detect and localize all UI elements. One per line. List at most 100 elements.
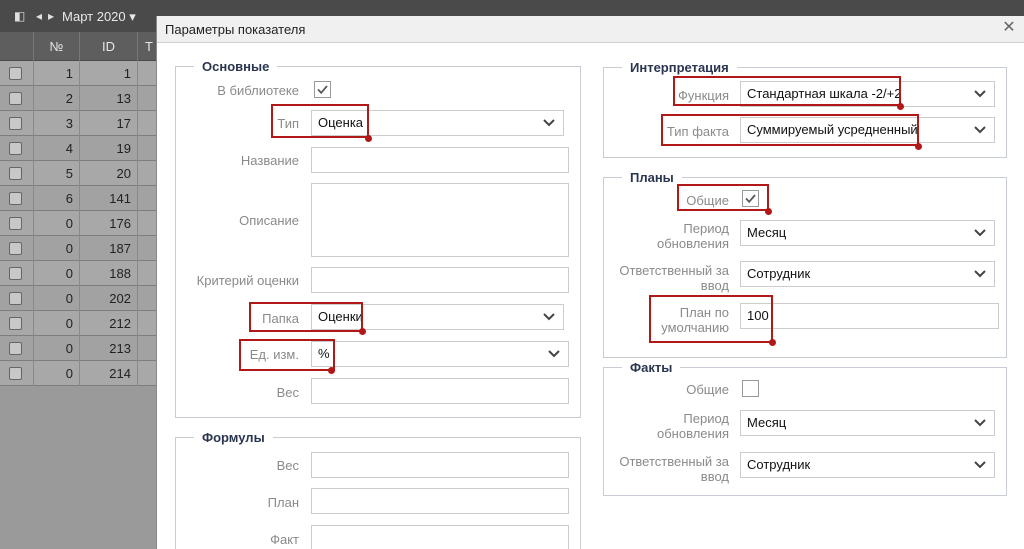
row-number-cell: 3 [34,111,80,136]
folder-select[interactable]: Оценки [311,304,564,330]
group-facts-legend: Факты [630,360,673,375]
next-month-icon[interactable]: ▸ [48,9,54,23]
row-checkbox[interactable] [9,167,22,180]
row-select-cell[interactable] [0,286,34,311]
chevron-down-icon [974,270,986,278]
table-row[interactable]: 0 176 [0,211,160,236]
row-id-cell: 13 [80,86,138,111]
number-col-header[interactable]: № [34,32,80,61]
plans-period-select[interactable]: Месяц [740,220,995,246]
id-col-header[interactable]: ID [80,32,138,61]
group-interpretation: Интерпретация [603,60,1007,158]
type-select[interactable]: Оценка [311,110,564,136]
row-checkbox[interactable] [9,292,22,305]
row-checkbox[interactable] [9,242,22,255]
row-checkbox[interactable] [9,367,22,380]
table-row[interactable]: 4 19 [0,136,160,161]
weight-input[interactable] [311,378,569,404]
row-select-cell[interactable] [0,261,34,286]
row-select-cell[interactable] [0,86,34,111]
table-row[interactable]: 2 13 [0,86,160,111]
formula-weight-input[interactable] [311,452,569,478]
prev-month-icon[interactable]: ◂ [36,9,42,23]
name-input[interactable] [311,147,569,173]
highlight-marker [897,103,904,110]
row-checkbox[interactable] [9,342,22,355]
plans-default-input[interactable]: 100 [740,303,999,329]
facts-responsible-select[interactable]: Сотрудник [740,452,995,478]
fact-type-select[interactable]: Суммируемый усредненный [740,117,995,143]
row-checkbox[interactable] [9,67,22,80]
plans-common-checkbox[interactable] [742,190,759,207]
table-row[interactable]: 0 202 [0,286,160,311]
facts-responsible-select-value: Сотрудник [747,457,811,472]
row-checkbox[interactable] [9,217,22,230]
table-row[interactable]: 5 20 [0,161,160,186]
table-row[interactable]: 0 213 [0,336,160,361]
row-number-cell: 5 [34,161,80,186]
close-icon[interactable]: ✕ [1001,20,1017,36]
unit-select-value: % [318,346,330,361]
chevron-down-icon [543,313,555,321]
row-number-cell: 0 [34,261,80,286]
row-select-cell[interactable] [0,186,34,211]
library-checkbox[interactable] [314,81,331,98]
formula-weight-label: Вес [276,458,299,473]
row-checkbox[interactable] [9,92,22,105]
facts-period-select[interactable]: Месяц [740,410,995,436]
formula-plan-input[interactable] [311,488,569,514]
row-id-cell: 1 [80,61,138,86]
facts-common-label: Общие [686,382,729,397]
row-checkbox[interactable] [9,117,22,130]
criterion-input[interactable] [311,267,569,293]
table-row[interactable]: 6 141 [0,186,160,211]
function-label: Функция [678,88,729,103]
row-id-cell: 213 [80,336,138,361]
row-checkbox[interactable] [9,267,22,280]
row-select-cell[interactable] [0,236,34,261]
fact-type-select-value: Суммируемый усредненный [747,122,918,137]
checkmark-icon [745,194,756,204]
table-row[interactable]: 0 188 [0,261,160,286]
grid-body: 1 1 2 13 3 17 4 19 5 20 6 141 0 176 0 187 0 188 0 202 0 212 0 2… [0,61,160,386]
row-checkbox[interactable] [9,142,22,155]
group-formulas-legend: Формулы [202,430,265,445]
row-id-cell: 20 [80,161,138,186]
highlight-marker [359,328,366,335]
row-select-cell[interactable] [0,336,34,361]
plans-default-label: План по умолчанию [661,305,729,335]
row-select-cell[interactable] [0,161,34,186]
highlight-marker [365,135,372,142]
table-row[interactable]: 0 187 [0,236,160,261]
grid-header: № ID Т [0,32,160,61]
row-checkbox[interactable] [9,192,22,205]
collapse-icon[interactable]: ◧ [14,9,25,23]
plans-responsible-select[interactable]: Сотрудник [740,261,995,287]
facts-common-checkbox[interactable] [742,380,759,397]
row-select-cell[interactable] [0,361,34,386]
description-label: Описание [239,213,299,228]
row-select-cell[interactable] [0,311,34,336]
table-row[interactable]: 0 214 [0,361,160,386]
facts-period-label: Период обновления [657,411,729,441]
row-id-cell: 17 [80,111,138,136]
table-row[interactable]: 0 212 [0,311,160,336]
weight-label: Вес [276,385,299,400]
group-interpretation-legend: Интерпретация [630,60,729,75]
function-select-value: Стандартная шкала -2/+2 [747,86,902,101]
plans-period-label: Период обновления [657,221,729,251]
checkmark-icon [317,85,328,95]
unit-select[interactable]: % [311,341,569,367]
indicator-params-dialog: Параметры показателя ✕ Основные В библио… [156,16,1024,549]
table-row[interactable]: 3 17 [0,111,160,136]
description-textarea[interactable] [311,183,569,257]
table-row[interactable]: 11 [0,61,160,86]
formula-fact-input[interactable] [311,525,569,549]
function-select[interactable]: Стандартная шкала -2/+2 [740,81,995,107]
row-select-cell[interactable] [0,211,34,236]
month-selector[interactable]: Март 2020 ▾ [62,9,136,25]
row-checkbox[interactable] [9,317,22,330]
row-select-cell[interactable] [0,111,34,136]
row-select-cell[interactable] [0,61,34,86]
row-select-cell[interactable] [0,136,34,161]
